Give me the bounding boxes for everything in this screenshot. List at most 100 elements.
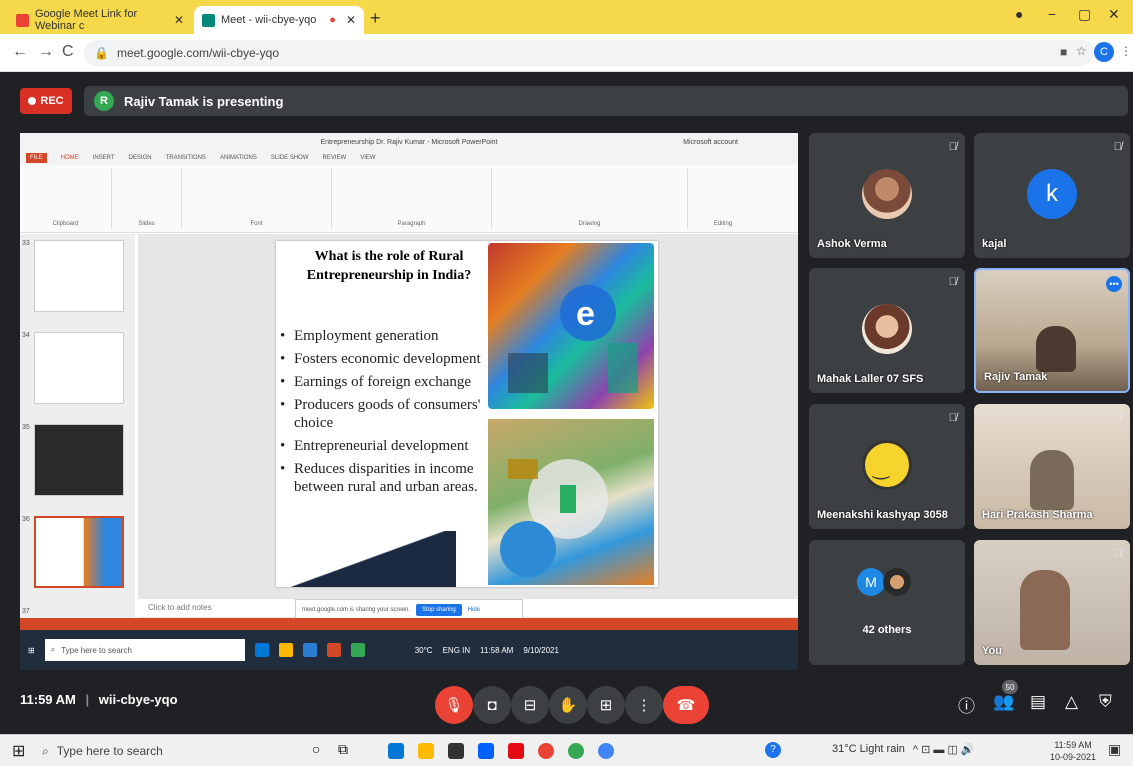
minimize-button[interactable]: − <box>1048 6 1056 22</box>
dropbox-icon[interactable] <box>478 743 494 759</box>
host-controls-icon[interactable]: ⛨ <box>1099 692 1112 712</box>
taskbar-search-text: Type here to search <box>56 744 163 758</box>
app-icon[interactable] <box>598 743 614 759</box>
meeting-time-code: 11:59 AM | wii-cbye-yqo <box>20 692 178 707</box>
participant-tile[interactable]: 🎙̸ Mahak Laller 07 SFS <box>809 268 965 393</box>
thumb-number: 37 <box>22 608 30 615</box>
people-icon[interactable]: 👥 <box>993 692 1014 712</box>
tab-google-meet-link[interactable]: Google Meet Link for Webinar c ✕ <box>8 6 192 34</box>
chrome-icon[interactable] <box>568 743 584 759</box>
captions-icon: ⊟ <box>523 697 537 714</box>
taskbar-date: 10-09-2021 <box>1050 752 1097 762</box>
thumb-number: 33 <box>22 240 30 247</box>
edge-icon[interactable] <box>388 743 404 759</box>
speaking-indicator-icon: ••• <box>1106 276 1122 292</box>
lock-icon: 🔒 <box>94 46 109 60</box>
activities-icon[interactable]: △ <box>1065 692 1078 712</box>
taskbar-search[interactable]: ⌕ Type here to search <box>42 739 282 763</box>
ribbon-tab-view[interactable]: VIEW <box>360 155 375 161</box>
ribbon-tab-design[interactable]: DESIGN <box>129 155 152 161</box>
close-window-button[interactable]: ✕ <box>1108 6 1120 23</box>
chrome-icon[interactable] <box>538 743 554 759</box>
ribbon-tab-review[interactable]: REVIEW <box>323 155 347 161</box>
weather-text[interactable]: 31°C Light rain <box>832 743 905 756</box>
cortana-icon[interactable]: ○ <box>312 741 320 757</box>
tray-icons[interactable]: ^ ⊡ ▬ ◫ 🔊 <box>913 743 975 756</box>
present-button[interactable]: ⊞ <box>587 686 625 724</box>
ribbon-tab-home[interactable]: HOME <box>61 155 79 161</box>
tab-title: Google Meet Link for Webinar c <box>35 8 138 32</box>
person-silhouette <box>1020 570 1070 650</box>
ribbon-group-clipboard: Clipboard <box>20 169 112 229</box>
forward-icon[interactable]: → <box>38 43 54 61</box>
presenter-date: 9/10/2021 <box>523 645 559 655</box>
participant-tile[interactable]: 🎙̸ Hari Prakash Sharma <box>974 404 1130 529</box>
rural-india-illustration: e <box>488 243 654 409</box>
url-bar[interactable]: 🔒 meet.google.com/wii-cbye-yqo <box>84 40 1094 66</box>
ribbon-tab-file[interactable]: FILE <box>26 153 47 163</box>
taskbar-clock[interactable]: 11:59 AM 10-09-2021 <box>1050 739 1096 763</box>
ppt-title-bar: Entrepreneurship Dr. Rajiv Kumar - Micro… <box>20 133 798 151</box>
ribbon-tab-slideshow[interactable]: SLIDE SHOW <box>271 155 309 161</box>
netflix-icon[interactable] <box>508 743 524 759</box>
participant-count-badge: 50 <box>1002 680 1018 694</box>
tab-title: Meet - wii-cbye-yqo <box>221 14 317 26</box>
participant-tile-self[interactable]: 🎙̸ You <box>974 540 1130 665</box>
more-options-button[interactable]: ⋮ <box>625 686 663 724</box>
chat-icon[interactable]: ▤ <box>1030 692 1046 712</box>
browser-tab-bar: Google Meet Link for Webinar c ✕ Meet - … <box>0 0 1133 34</box>
notifications-icon[interactable]: ▣ <box>1108 741 1121 758</box>
task-view-icon[interactable]: ⧉ <box>338 741 348 758</box>
raise-hand-button[interactable]: ✋ <box>549 686 587 724</box>
app-icon <box>350 643 365 657</box>
maximize-button[interactable]: ▢ <box>1078 6 1091 23</box>
profile-menu-icon[interactable]: ● <box>1015 6 1023 22</box>
slide-thumbnail-selected[interactable] <box>34 516 124 588</box>
meeting-info-icon[interactable]: ⓘ <box>958 692 975 717</box>
taskbar-time: 11:59 AM <box>1054 740 1092 750</box>
participant-tile[interactable]: 🎙̸ Ashok Verma <box>809 133 965 258</box>
back-icon[interactable]: ← <box>12 43 28 61</box>
slide-thumbnail[interactable] <box>34 332 124 404</box>
participant-tile-active-speaker[interactable]: ••• Rajiv Tamak <box>974 268 1130 393</box>
slide-title: What is the role of Rural Entrepreneursh… <box>306 249 472 283</box>
store-icon[interactable] <box>448 743 464 759</box>
windows-start-icon[interactable]: ⊞ <box>12 741 25 761</box>
camera-toggle-button[interactable]: ◘ <box>473 686 511 724</box>
ribbon-tab-transitions[interactable]: TRANSITIONS <box>166 155 206 161</box>
close-icon[interactable]: ✕ <box>174 13 184 27</box>
help-icon[interactable]: ? <box>765 742 781 758</box>
slide-thumbnail[interactable] <box>34 424 124 496</box>
tab-meet[interactable]: Meet - wii-cbye-yqo ● ✕ <box>194 6 364 34</box>
person-silhouette <box>1036 326 1076 372</box>
ribbon-group-paragraph: Paragraph <box>332 169 492 229</box>
ppt-status-bar <box>20 618 798 630</box>
mic-toggle-button[interactable]: 🎙 <box>435 686 473 724</box>
camera-icon[interactable]: ■ <box>1060 45 1067 59</box>
reload-icon[interactable]: C <box>62 43 74 61</box>
avatar: k <box>1027 169 1077 219</box>
menu-dots-icon[interactable]: ⋮ <box>1120 44 1132 58</box>
stop-sharing-button[interactable]: Stop sharing <box>416 604 462 616</box>
slide-thumbnail[interactable] <box>34 240 124 312</box>
participant-tile-others[interactable]: M 42 others <box>809 540 965 665</box>
file-explorer-icon[interactable] <box>418 743 434 759</box>
mic-off-icon: 🎙̸ <box>1113 412 1122 424</box>
search-icon: ⌕ <box>42 743 49 758</box>
captions-button[interactable]: ⊟ <box>511 686 549 724</box>
recording-badge: REC <box>20 88 72 114</box>
ppt-account: Microsoft account <box>683 138 738 146</box>
ribbon-tab-animations[interactable]: ANIMATIONS <box>220 155 257 161</box>
presenter-search-text: Type here to search <box>61 645 132 655</box>
participant-tile[interactable]: k 🎙̸ kajal <box>974 133 1130 258</box>
windows-start-icon: ⊞ <box>28 645 35 655</box>
bookmark-star-icon[interactable]: ☆ <box>1076 44 1087 58</box>
leave-call-button[interactable]: ☎ <box>663 686 709 724</box>
address-bar-row: ← → C 🔒 meet.google.com/wii-cbye-yqo ■ ☆… <box>0 34 1133 72</box>
hide-button[interactable]: Hide <box>468 607 480 613</box>
close-icon[interactable]: ✕ <box>346 13 356 27</box>
participant-tile[interactable]: ‿ 🎙̸ Meenakshi kashyap 3058 <box>809 404 965 529</box>
new-tab-button[interactable]: + <box>370 8 381 29</box>
ribbon-tab-insert[interactable]: INSERT <box>93 155 115 161</box>
profile-avatar[interactable]: C <box>1094 42 1114 62</box>
